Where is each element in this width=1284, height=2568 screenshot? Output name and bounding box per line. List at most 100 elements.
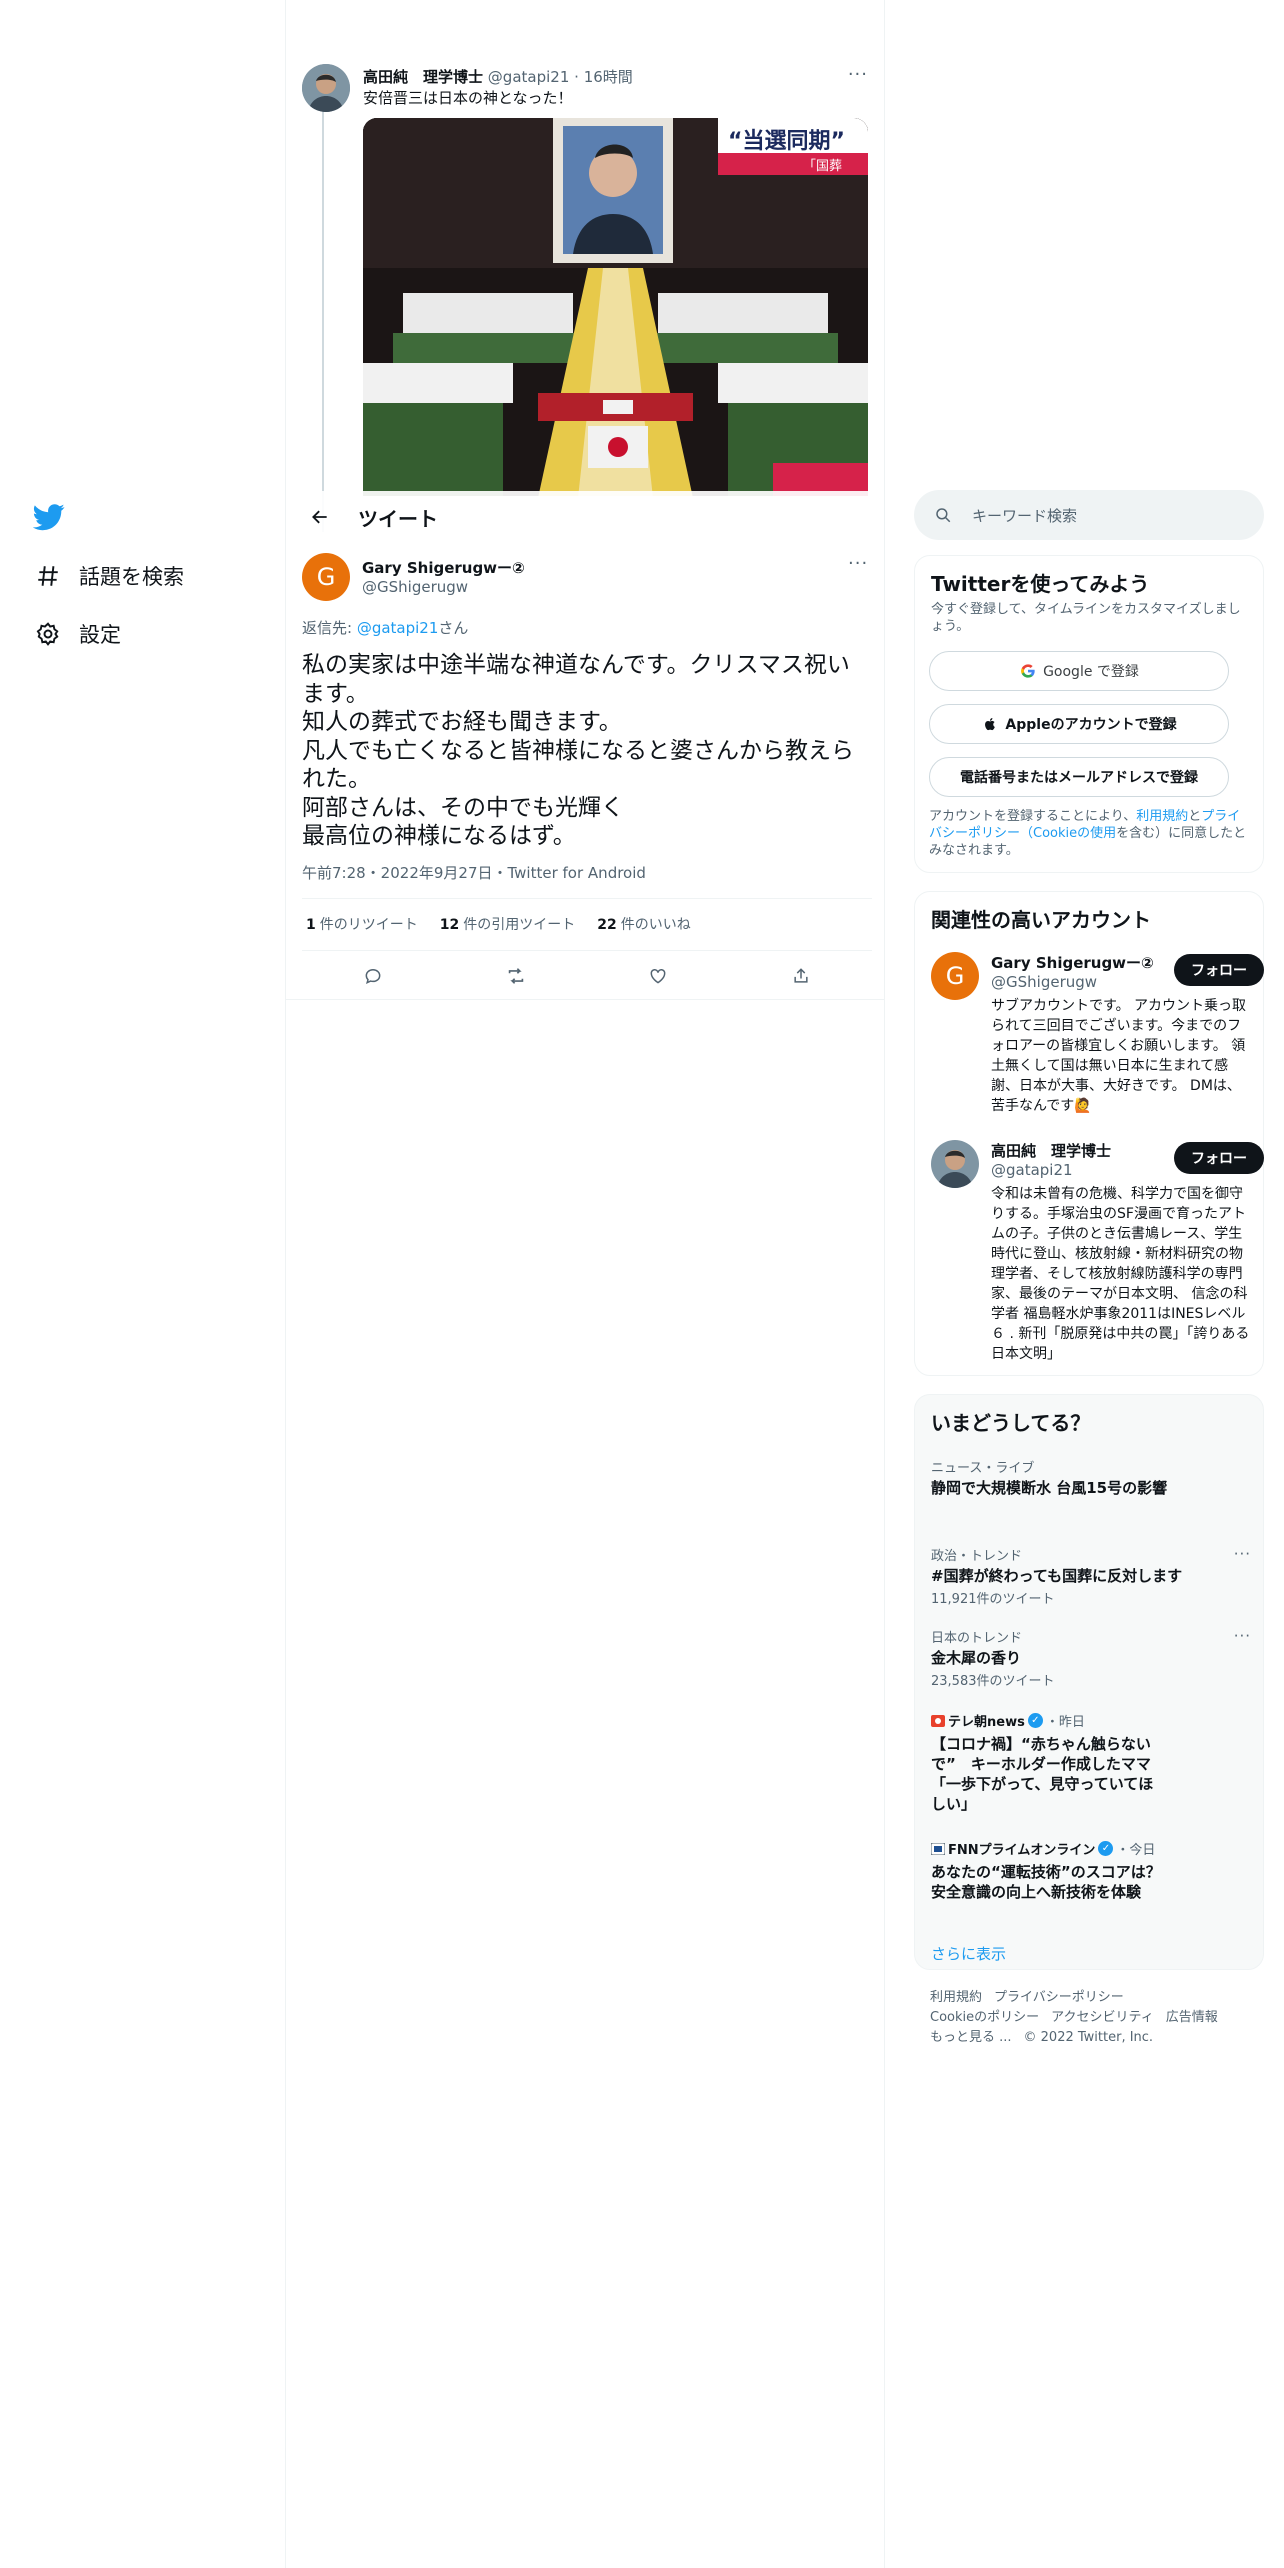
news-source: FNNプライムオンライン [948,1843,1096,1858]
news-logo-icon [931,1842,945,1855]
avatar[interactable]: G [302,553,350,601]
trend-count: 11,921件のツイート [931,1592,1055,1607]
tweet-text: 安倍晋三は日本の神となった！ [363,89,573,107]
terms-text: と [1188,809,1202,824]
account-handle: @gatapi21 [991,1161,1073,1179]
trend-item[interactable]: 政治・トレンド #国葬が終わっても国葬に反対します 11,921件のツイート ·… [931,1545,1251,1607]
footer-more-link[interactable]: もっと見る ... [930,2030,1012,2045]
footer-link[interactable]: プライバシーポリシー [994,1990,1124,2005]
trend-category: ニュース・ライブ [931,1461,1035,1476]
trend-item[interactable]: 日本のトレンド 金木犀の香り 23,583件のツイート ··· [931,1627,1251,1689]
account-bio: サブアカウントです。 アカウント乗っ取られて三回目でございます。今までのフォロア… [991,998,1247,1114]
trend-category: 政治・トレンド [931,1549,1023,1564]
avatar[interactable] [931,1140,979,1188]
avatar[interactable]: G [931,952,979,1000]
nav-settings[interactable]: 設定 [33,619,121,649]
author-handle[interactable]: @gatapi21 [488,68,570,86]
tweet-page-header: ツイート [286,491,884,543]
follow-button[interactable]: フォロー [1174,1142,1264,1174]
trend-title: 金木犀の香り [931,1649,1022,1667]
like-count[interactable]: 22 件のいいね [597,914,690,934]
copyright: © 2022 Twitter, Inc. [1023,2030,1154,2045]
related-accounts-card: 関連性の高いアカウント G Gary Shigerugwー② @GShigeru… [914,891,1264,1376]
account-name[interactable]: Gary Shigerugwー② [991,952,1154,973]
news-headline: あなたの“運転技術”のスコアは？ 安全意識の向上へ新技術を体験 [931,1863,1161,1901]
author-handle[interactable]: @GShigerugw [362,578,468,596]
trend-item[interactable]: ニュース・ライブ 静岡で大規模断水 台風15号の影響 [931,1457,1251,1498]
footer-link[interactable]: 利用規約 [930,1990,982,2005]
signup-title: Twitterを使ってみよう [931,572,1150,596]
signup-card: Twitterを使ってみよう 今すぐ登録して、タイムラインをカスタマイズしましょ… [914,555,1264,873]
hashtag-icon [33,561,63,591]
trend-category: 日本のトレンド [931,1631,1023,1646]
share-icon[interactable] [783,958,819,994]
reply-to: 返信先: @gatapi21さん [302,617,468,638]
thread-line [322,112,324,532]
tweet-time[interactable]: 16時間 [584,68,633,86]
divider [286,999,884,1000]
follow-button[interactable]: フォロー [1174,954,1264,986]
show-more-link[interactable]: さらに表示 [931,1943,1006,1964]
footer-link[interactable]: Cookieのポリシー [930,2010,1039,2025]
news-item[interactable]: テレ朝news ✓ ・昨日 【コロナ禍】“赤ちゃん触らないで” キーホルダー作成… [931,1711,1251,1814]
phone-email-signup-button[interactable]: 電話番号またはメールアドレスで登録 [929,757,1229,797]
news-source-row: テレ朝news ✓ ・昨日 [931,1711,1251,1730]
account-item[interactable]: 高田純 理学博士 @gatapi21 フォロー 令和は未曾有の危機、科学力で国を… [931,1140,1264,1370]
account-bio: 令和は未曾有の危機、科学力で国を御守りする。手塚治虫のSF漫画で育ったアトムの子… [991,1186,1250,1362]
author-name[interactable]: 高田純 理学博士 [363,68,483,86]
more-icon[interactable]: ··· [848,64,868,85]
news-source-row: FNNプライムオンライン ✓ ・今日 [931,1839,1251,1858]
account-name[interactable]: 高田純 理学博士 [991,1140,1111,1161]
trends-title: いまどうしてる？ [931,1411,1091,1435]
divider [302,950,872,951]
account-item[interactable]: G Gary Shigerugwー② @GShigerugw フォロー サブアカ… [931,952,1264,1122]
more-icon[interactable]: ··· [848,553,868,574]
news-source: テレ朝news [948,1715,1025,1730]
twitter-logo-icon[interactable] [32,501,65,533]
footer-link[interactable]: アクセシビリティ [1051,2010,1154,2025]
tweet-header: 高田純 理学博士 @gatapi21 · 16時間 [363,66,633,87]
reply-to-link[interactable]: @gatapi21 [357,619,439,637]
tweet-meta[interactable]: 午前7:28・2022年9月27日・Twitter for Android [302,862,646,883]
retweet-count[interactable]: 1 件のリツイート [306,914,418,934]
tweet-text: 私の実家は中途半端な神道なんです。クリスマス祝います。 知人の葬式でお経も聞きま… [302,652,854,849]
search-input[interactable]: キーワード検索 [914,490,1264,540]
avatar[interactable] [302,64,350,112]
google-signup-button[interactable]: Google で登録 [929,651,1229,691]
news-item[interactable]: FNNプライムオンライン ✓ ・今日 あなたの“運転技術”のスコアは？ 安全意識… [931,1839,1251,1902]
back-arrow-icon[interactable] [302,499,338,535]
footer-link[interactable]: 広告情報 [1166,2010,1218,2025]
reply-suffix: さん [438,619,469,637]
nav-label: 設定 [79,623,121,647]
like-icon[interactable] [640,958,676,994]
gear-icon [33,619,63,649]
retweet-icon[interactable] [498,958,534,994]
parent-tweet[interactable]: 高田純 理学博士 @gatapi21 · 16時間 ··· 安倍晋三は日本の神と… [286,56,884,496]
more-icon[interactable]: ··· [1234,1627,1251,1645]
terms-link[interactable]: 利用規約 [1136,809,1188,824]
signup-terms: アカウントを登録することにより、利用規約とプライバシーポリシー（Cookieの使… [929,808,1249,859]
google-signup-label: Google で登録 [1043,664,1139,680]
right-column-divider [884,0,885,2568]
more-icon[interactable]: ··· [1234,1545,1251,1563]
related-title: 関連性の高いアカウント [931,908,1151,932]
verified-icon: ✓ [1098,1841,1114,1856]
quote-count[interactable]: 12 件の引用ツイート [440,914,575,934]
apple-signup-label: Appleのアカウントで登録 [1005,717,1177,733]
divider [302,898,872,899]
trend-title: 静岡で大規模断水 台風15号の影響 [931,1479,1168,1497]
image-overlay-sub: 「国葬 [803,159,842,174]
page-title: ツイート [358,506,438,531]
tweet-photo[interactable]: “当選同期” 「国葬 [363,118,868,496]
news-time: ・今日 [1116,1843,1156,1858]
author-name[interactable]: Gary Shigerugwー② [362,557,525,578]
nav-explore[interactable]: 話題を検索 [33,561,184,591]
news-time: ・昨日 [1045,1715,1085,1730]
footer: 利用規約 プライバシーポリシー Cookieのポリシー アクセシビリティ 広告情報 も… [930,1988,1260,2048]
nav-label: 話題を検索 [79,565,184,589]
reply-icon[interactable] [355,958,391,994]
account-handle: @GShigerugw [991,973,1098,991]
reply-prefix: 返信先: [302,619,357,637]
signup-subtitle: 今すぐ登録して、タイムラインをカスタマイズしましょう。 [931,602,1241,634]
apple-signup-button[interactable]: Appleのアカウントで登録 [929,704,1229,744]
